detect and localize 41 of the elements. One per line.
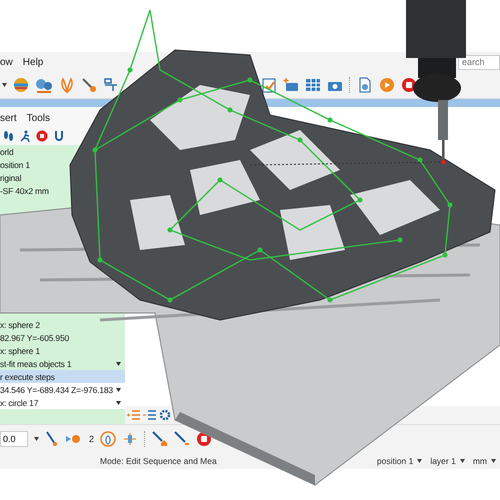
tree-item[interactable]: r execute steps [0,370,125,383]
colored-sphere-icon[interactable] [13,77,29,93]
probe-tool-icon[interactable] [81,77,97,93]
table-icon[interactable] [305,77,321,93]
menu-item[interactable]: ow [0,56,13,68]
tree-item[interactable]: x: circle 17 [0,396,125,409]
caliper-icon[interactable] [103,77,119,93]
caret-icon[interactable] [116,388,121,392]
probe-home-icon[interactable] [152,431,168,447]
footprints-icon[interactable] [2,130,14,142]
caret-icon[interactable] [34,437,39,441]
caret-icon[interactable] [116,362,121,366]
menu-item[interactable]: sert [0,113,17,124]
sphere-icon[interactable] [65,432,83,446]
probe-circle-icon[interactable] [100,431,116,447]
caret-icon[interactable] [417,459,422,463]
search-field[interactable]: earch [458,54,500,70]
caret-icon[interactable] [460,459,465,463]
list-icon[interactable] [143,409,156,421]
settings-icon[interactable] [159,409,171,421]
caret-icon[interactable] [2,83,7,87]
stop-icon[interactable] [36,130,48,142]
camera-plus-icon[interactable] [283,77,299,93]
axis-arrows-icon[interactable] [122,431,138,447]
running-person-icon[interactable] [19,130,31,142]
tree-item[interactable]: 34.546 Y=-689.434 Z=-976.183 [0,383,125,396]
probe-tool-icon[interactable] [174,431,190,447]
status-dropdown[interactable]: layer 1 [430,456,465,466]
document-icon[interactable] [357,77,373,93]
probe-tool-icon[interactable] [45,431,59,447]
clipboard-check-icon[interactable] [261,77,277,93]
status-dropdown[interactable]: position 1 [376,456,422,466]
caret-icon[interactable] [116,400,121,404]
mode-label: Mode: Edit Sequence and Mea [100,456,217,466]
number-field[interactable]: 0.0 [0,431,28,447]
status-dropdown[interactable]: mm [472,456,496,466]
magnet-icon[interactable] [53,130,65,142]
menu-item[interactable]: Tools [26,113,50,124]
caret-icon[interactable] [491,459,496,463]
count-label: 2 [89,434,94,444]
menu-item[interactable]: Help [22,56,44,68]
